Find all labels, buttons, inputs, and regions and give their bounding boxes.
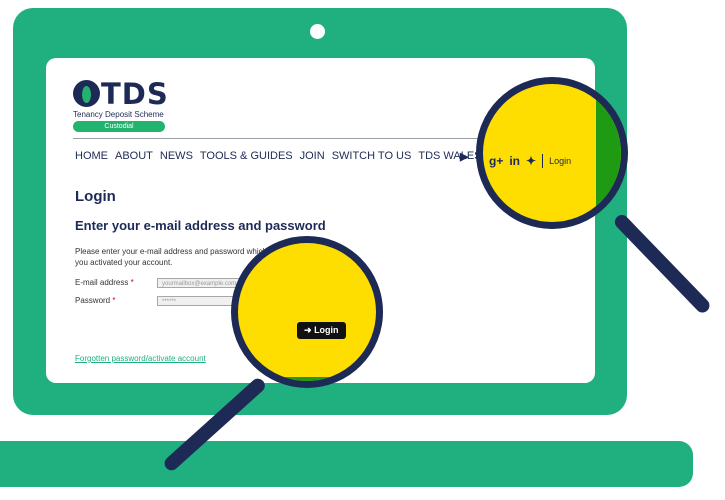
tds-logo-badge: Custodial [73,121,165,132]
nav-item-home[interactable]: HOME [75,150,108,162]
webcam-icon [310,24,325,39]
required-marker: * [130,278,134,287]
email-label-text: E-mail address [75,278,129,287]
magnifier-lens-bottom: ➜ Login [231,236,383,388]
nav-item-news[interactable]: NEWS [160,150,193,162]
magnified-login-link: Login [549,156,572,166]
login-subtitle: Enter your e-mail address and password [75,218,326,233]
main-nav: HOME ABOUT NEWS TOOLS & GUIDES JOIN SWIT… [75,150,482,162]
forgot-password-link[interactable]: Forgotten password/activate account [75,354,206,363]
password-label: Password * [75,296,115,305]
tds-logo-mark-icon [73,80,100,107]
magnified-login-button: ➜ Login [297,322,346,339]
magnified-social-links: g+ in ✦ Login [489,154,571,168]
magnifier-lens-top: g+ in ✦ Login [476,77,628,229]
nav-item-join[interactable]: JOIN [300,150,325,162]
nav-item-about[interactable]: ABOUT [115,150,153,162]
laptop-base [0,441,693,487]
tds-logo-text: TDS [101,77,169,111]
social-divider [542,154,544,168]
required-marker: * [112,296,116,305]
nav-item-switch-to-us[interactable]: SWITCH TO US [332,150,412,162]
password-label-text: Password [75,296,111,305]
linkedin-icon: in [509,154,521,168]
login-arrow-icon: ➜ [304,325,312,335]
google-plus-icon: g+ [489,154,504,168]
magnified-login-label: Login [314,325,339,335]
nav-item-tools-guides[interactable]: TOOLS & GUIDES [200,150,293,162]
twitter-icon: ✦ [526,154,537,168]
email-label: E-mail address * [75,278,134,287]
youtube-icon[interactable]: ▶ [460,150,468,163]
page-title: Login [75,188,116,205]
tds-logo-subtitle: Tenancy Deposit Scheme [73,110,164,119]
magnifier-handle-top [611,212,713,316]
